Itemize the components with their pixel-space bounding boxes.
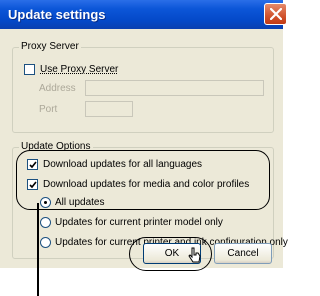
title-bar[interactable]: Update settings [0, 0, 287, 29]
update-settings-dialog: Update settings Proxy Server Use Proxy S… [0, 0, 288, 268]
current-ink-radio[interactable] [40, 237, 51, 248]
current-model-label[interactable]: Updates for current printer model only [55, 217, 223, 229]
callout-line [37, 203, 39, 296]
close-icon[interactable] [264, 3, 287, 25]
proxy-server-group-title: Proxy Server [19, 41, 81, 53]
media-profiles-label[interactable]: Download updates for media and color pro… [43, 179, 249, 191]
port-field [85, 101, 133, 117]
cancel-button[interactable]: Cancel [214, 243, 272, 264]
update-options-group-title: Update Options [19, 141, 93, 153]
use-proxy-checkbox[interactable] [24, 64, 35, 75]
media-profiles-checkbox[interactable] [27, 179, 38, 190]
check-mark-icon [29, 161, 37, 169]
all-updates-label[interactable]: All updates [55, 197, 104, 209]
close-x-glyph [270, 8, 282, 20]
all-languages-checkbox[interactable] [27, 159, 38, 170]
check-mark-icon [29, 181, 37, 189]
pointer-hand-icon [188, 247, 201, 263]
address-label: Address [39, 83, 76, 94]
current-model-radio[interactable] [40, 217, 51, 228]
window-title: Update settings [8, 7, 106, 22]
address-field [85, 80, 264, 96]
use-proxy-label[interactable]: Use Proxy Server [40, 64, 118, 76]
all-updates-radio[interactable] [40, 197, 51, 208]
all-languages-label[interactable]: Download updates for all languages [43, 159, 202, 171]
port-label: Port [39, 104, 58, 115]
